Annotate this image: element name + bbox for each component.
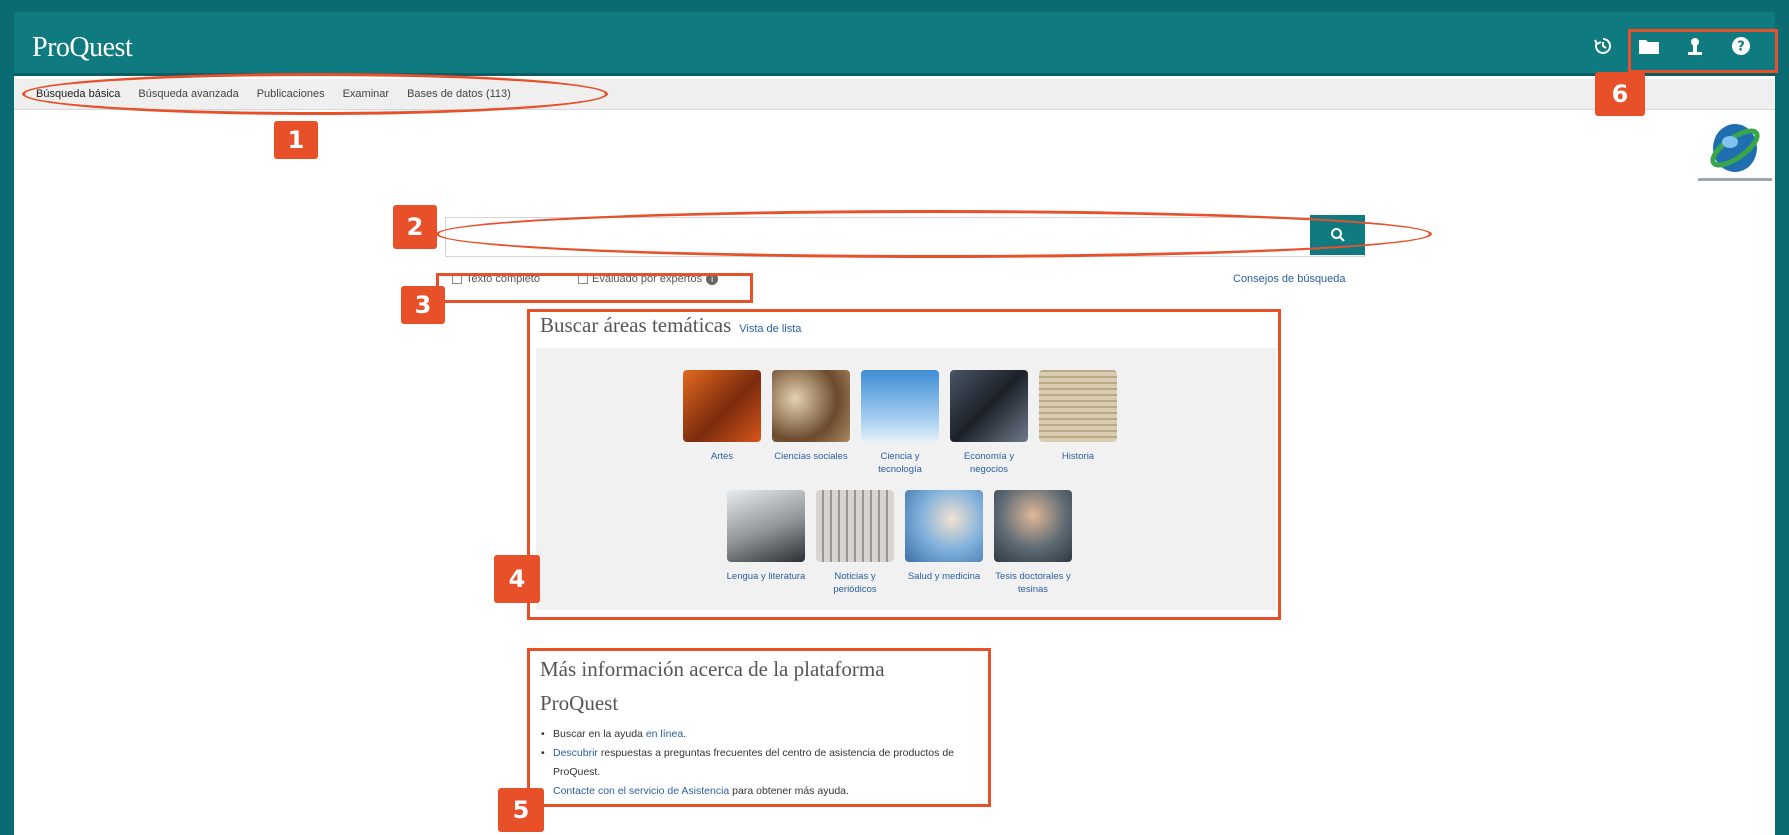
annotation-oval-search [436,210,1432,258]
annotation-badge-3: 3 [401,286,445,324]
annotation-badge-2: 2 [393,205,437,249]
annotation-badge-6: 6 [1595,72,1645,116]
annotation-badge-5: 5 [498,788,544,832]
annotation-badge-1: 1 [274,121,318,159]
annotation-badge-4: 4 [494,555,540,603]
top-bar: ProQuest ? [14,12,1775,76]
proquest-logo[interactable]: ProQuest [32,32,133,64]
annotation-oval-nav [22,73,608,115]
institution-logo [1690,118,1780,188]
search-tips-link[interactable]: Consejos de búsqueda [1233,273,1346,285]
annotation-rect-options [436,273,753,303]
history-icon[interactable] [1591,34,1615,58]
annotation-rect-header-icons [1628,29,1778,73]
annotation-rect-info [527,648,991,807]
annotation-rect-areas [527,309,1281,620]
